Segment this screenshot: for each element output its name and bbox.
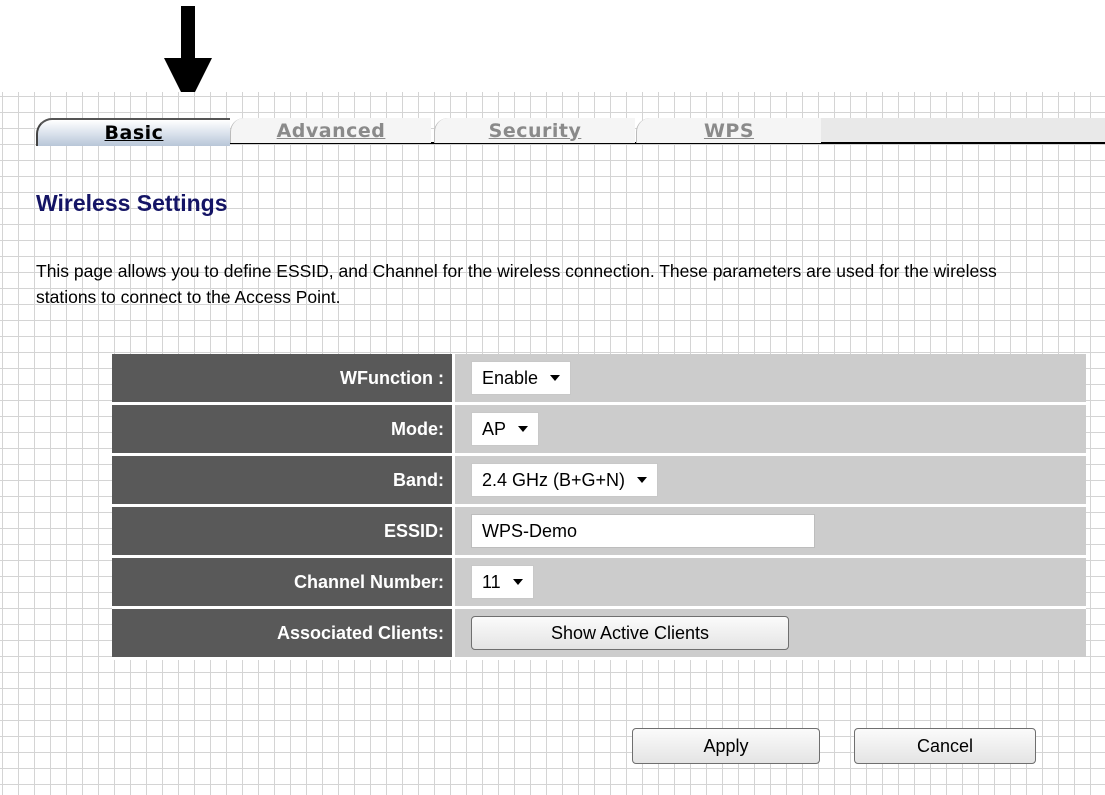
- mode-label: Mode:: [112, 405, 452, 456]
- essid-input[interactable]: WPS-Demo: [471, 514, 815, 548]
- tab-advanced[interactable]: Advanced: [230, 118, 431, 143]
- wireless-settings-form: WFunction : Enable Mode: AP Band: 2.4 GH…: [112, 354, 1086, 660]
- tab-basic[interactable]: Basic: [36, 118, 230, 146]
- form-row-mode: Mode: AP: [112, 405, 1086, 456]
- form-row-wfunction: WFunction : Enable: [112, 354, 1086, 405]
- form-row-channel: Channel Number: 11: [112, 558, 1086, 609]
- band-select[interactable]: 2.4 GHz (B+G+N): [471, 463, 659, 497]
- clients-label: Associated Clients:: [112, 609, 452, 660]
- band-value: 2.4 GHz (B+G+N): [482, 469, 626, 490]
- wfunction-select[interactable]: Enable: [471, 361, 572, 395]
- essid-label: ESSID:: [112, 507, 452, 558]
- page-title: Wireless Settings: [36, 190, 228, 216]
- tab-security[interactable]: Security: [434, 118, 635, 143]
- form-row-essid: ESSID: WPS-Demo: [112, 507, 1086, 558]
- tab-bar: Basic Advanced Security WPS: [0, 104, 1105, 146]
- settings-panel: Basic Advanced Security WPS Wireless Set…: [0, 92, 1105, 795]
- channel-value: 11: [482, 571, 501, 592]
- tab-wps[interactable]: WPS: [636, 118, 821, 143]
- mode-select[interactable]: AP: [471, 412, 540, 446]
- chevron-down-icon: [637, 477, 648, 483]
- wfunction-value: Enable: [482, 367, 539, 388]
- apply-button[interactable]: Apply: [632, 728, 820, 764]
- chevron-down-icon: [512, 579, 523, 585]
- form-row-band: Band: 2.4 GHz (B+G+N): [112, 456, 1086, 507]
- channel-select[interactable]: 11: [471, 565, 534, 599]
- chevron-down-icon: [518, 426, 529, 432]
- channel-label: Channel Number:: [112, 558, 452, 609]
- wfunction-label: WFunction :: [112, 354, 452, 405]
- form-row-clients: Associated Clients: Show Active Clients: [112, 609, 1086, 660]
- chevron-down-icon: [550, 375, 561, 381]
- annotation-down-arrow-icon: [164, 6, 212, 106]
- show-active-clients-button[interactable]: Show Active Clients: [471, 616, 789, 650]
- cancel-button[interactable]: Cancel: [854, 728, 1036, 764]
- mode-value: AP: [482, 418, 507, 439]
- band-label: Band:: [112, 456, 452, 507]
- page-description: This page allows you to define ESSID, an…: [36, 261, 997, 307]
